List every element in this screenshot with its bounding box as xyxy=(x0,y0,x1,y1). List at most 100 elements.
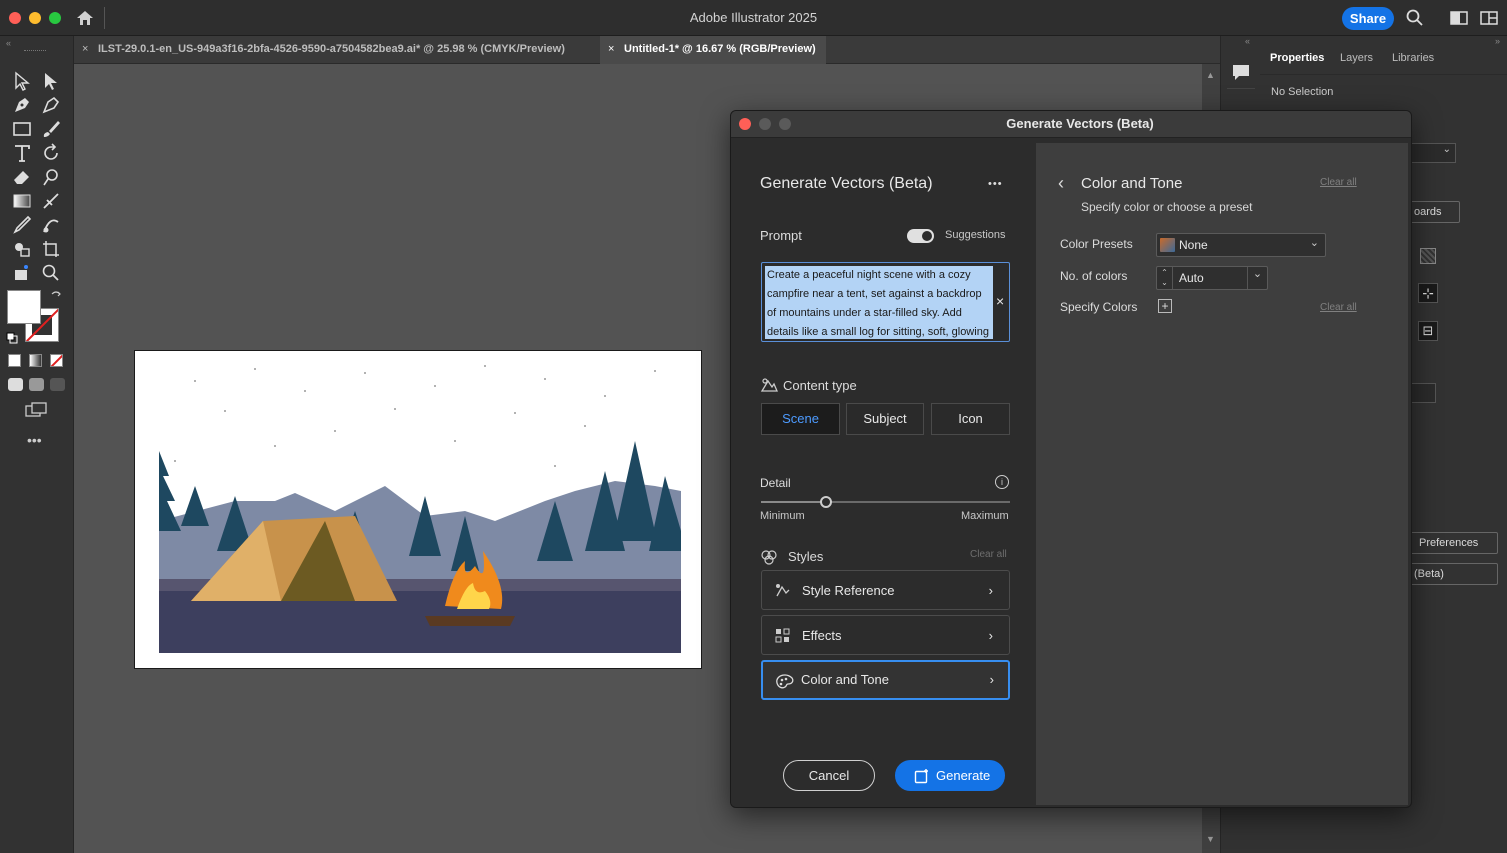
generate-vectors-panel-button[interactable]: (Beta) xyxy=(1410,563,1498,585)
preferences-button[interactable]: Preferences xyxy=(1410,532,1498,554)
draw-behind-icon[interactable] xyxy=(29,378,44,391)
rectangle-tool-icon[interactable] xyxy=(11,118,33,140)
logs-shape xyxy=(425,616,515,626)
dialog-heading: Generate Vectors (Beta) xyxy=(760,175,933,192)
num-colors-stepper[interactable]: ⌃ ⌄ Auto ⌄ xyxy=(1156,266,1268,290)
workspace-icon[interactable] xyxy=(1450,11,1468,25)
campfire-scene-artwork[interactable] xyxy=(135,351,701,668)
close-tab-icon[interactable]: × xyxy=(608,36,614,63)
gradient-mode-icon[interactable] xyxy=(29,354,42,367)
crop-icon[interactable]: ⊹ xyxy=(1418,283,1438,303)
swap-fill-stroke-icon[interactable] xyxy=(50,290,62,302)
paintbrush-tool-icon[interactable] xyxy=(40,118,62,140)
detail-slider-fill xyxy=(761,501,826,503)
color-and-tone-row[interactable]: Color and Tone › xyxy=(761,660,1010,700)
tab-layers[interactable]: Layers xyxy=(1340,52,1373,64)
specify-colors-clear-all[interactable]: Clear all xyxy=(1320,302,1357,313)
app-title: Adobe Illustrator 2025 xyxy=(689,10,818,25)
shape-builder-tool-icon[interactable] xyxy=(11,238,33,260)
artboard-tool-icon[interactable] xyxy=(40,238,62,260)
styles-clear-all[interactable]: Clear all xyxy=(970,549,1007,560)
tools-panel: « ••• xyxy=(0,36,74,853)
search-icon[interactable] xyxy=(1406,9,1423,26)
generate-vectors-dialog: Generate Vectors (Beta) Generate Vectors… xyxy=(730,110,1412,808)
type-tool-icon[interactable] xyxy=(11,142,33,164)
cancel-button[interactable]: Cancel xyxy=(783,760,875,791)
detail-max-label: Maximum xyxy=(961,510,1009,522)
color-tone-clear-all[interactable]: Clear all xyxy=(1320,177,1357,188)
arrange-documents-icon[interactable] xyxy=(1480,11,1498,25)
suggestions-label: Suggestions xyxy=(945,229,1006,241)
eraser-tool-icon[interactable] xyxy=(11,166,33,188)
selection-tool-icon[interactable] xyxy=(11,70,33,92)
stepper-arrows-icon[interactable]: ⌃ ⌄ xyxy=(1157,267,1173,289)
color-presets-dropdown[interactable]: None ⌄ xyxy=(1156,233,1326,257)
generate-icon xyxy=(914,769,928,784)
detail-info-icon[interactable]: i xyxy=(995,475,1009,489)
comments-icon[interactable] xyxy=(1231,62,1251,82)
back-chevron-icon[interactable]: ‹ xyxy=(1058,173,1064,194)
generate-label: Generate xyxy=(936,768,991,783)
draw-inside-icon[interactable] xyxy=(50,378,65,391)
fill-swatch-front[interactable] xyxy=(7,290,41,324)
transparency-grid-icon[interactable] xyxy=(1420,248,1436,264)
share-button[interactable]: Share xyxy=(1342,7,1394,30)
blend-tool-icon[interactable] xyxy=(40,214,62,236)
preset-swatch-icon xyxy=(1160,238,1175,252)
symbol-sprayer-tool-icon[interactable] xyxy=(11,262,33,284)
specify-colors-label: Specify Colors xyxy=(1060,300,1138,314)
effects-row[interactable]: Effects › xyxy=(761,615,1010,655)
tab-untitled-document[interactable]: × Untitled-1* @ 16.67 % (RGB/Preview) xyxy=(600,36,826,64)
add-color-button[interactable]: + xyxy=(1158,299,1172,313)
prompt-textarea[interactable]: Create a peaceful night scene with a coz… xyxy=(761,262,1010,342)
content-type-icon[interactable]: Icon xyxy=(931,403,1010,435)
document-tabs: × ILST-29.0.1-en_US-949a3f16-2bfa-4526-9… xyxy=(74,36,1220,64)
align-icon[interactable]: ⊟ xyxy=(1418,321,1438,341)
close-tab-icon[interactable]: × xyxy=(82,36,88,63)
draw-normal-icon[interactable] xyxy=(8,378,23,391)
direct-selection-tool-icon[interactable] xyxy=(40,70,62,92)
collapse-icon[interactable]: « xyxy=(1245,36,1250,46)
rotate-tool-icon[interactable] xyxy=(40,142,62,164)
none-mode-icon[interactable] xyxy=(50,354,63,367)
detail-slider-track[interactable] xyxy=(761,496,1010,508)
color-tone-subtitle: Specify color or choose a preset xyxy=(1081,200,1253,214)
mesh-tool-icon[interactable] xyxy=(40,190,62,212)
num-colors-label: No. of colors xyxy=(1060,269,1128,283)
panel-field[interactable] xyxy=(1410,383,1436,403)
color-mode-icon[interactable] xyxy=(8,354,21,367)
detail-slider-thumb[interactable] xyxy=(820,496,832,508)
more-tools-icon[interactable]: ••• xyxy=(27,432,42,448)
artboard[interactable] xyxy=(134,350,702,669)
tab-libraries[interactable]: Libraries xyxy=(1392,52,1434,64)
chevron-right-icon: › xyxy=(988,628,993,643)
puppet-warp-tool-icon[interactable] xyxy=(40,166,62,188)
content-type-subject[interactable]: Subject xyxy=(846,403,924,435)
content-type-scene[interactable]: Scene xyxy=(761,403,840,435)
collapse-icon[interactable]: « xyxy=(6,38,11,48)
style-reference-row[interactable]: Style Reference › xyxy=(761,570,1010,610)
color-presets-value: None xyxy=(1179,238,1208,252)
chevron-down-icon[interactable]: ⌄ xyxy=(1247,267,1267,289)
artboards-button[interactable]: oards xyxy=(1410,201,1460,223)
zoom-tool-icon[interactable] xyxy=(40,262,62,284)
tab-label: ILST-29.0.1-en_US-949a3f16-2bfa-4526-959… xyxy=(98,43,565,55)
tab-ilst-document[interactable]: × ILST-29.0.1-en_US-949a3f16-2bfa-4526-9… xyxy=(74,36,600,64)
style-reference-icon xyxy=(776,584,790,597)
screen-mode-icon[interactable] xyxy=(25,402,47,418)
more-options-icon[interactable]: ••• xyxy=(988,178,1003,190)
eyedropper-tool-icon[interactable] xyxy=(11,214,33,236)
content-type-label: Content type xyxy=(783,378,857,393)
default-colors-icon[interactable] xyxy=(6,332,18,344)
tab-properties[interactable]: Properties xyxy=(1270,52,1324,64)
gradient-tool-icon[interactable] xyxy=(11,190,33,212)
pen-tool-icon[interactable] xyxy=(11,94,33,116)
num-colors-value: Auto xyxy=(1179,271,1204,285)
generate-button[interactable]: Generate xyxy=(895,760,1005,791)
panel-dropdown[interactable]: ⌄ xyxy=(1410,143,1456,163)
color-tone-title: Color and Tone xyxy=(1081,175,1183,192)
clear-prompt-icon[interactable]: × xyxy=(996,293,1004,309)
suggestions-toggle[interactable] xyxy=(907,229,934,243)
expand-icon[interactable]: » xyxy=(1495,36,1500,46)
curvature-tool-icon[interactable] xyxy=(40,94,62,116)
